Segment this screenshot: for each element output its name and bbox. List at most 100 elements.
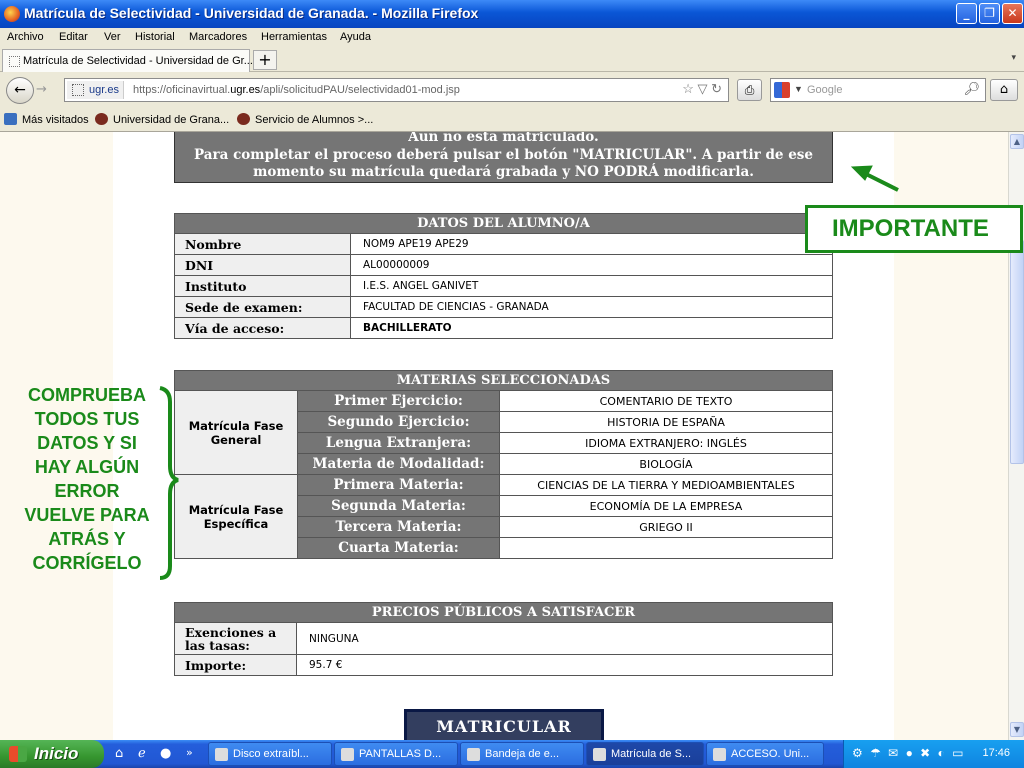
taskbar-item-acceso[interactable]: ACCESO. Uni... [706,742,824,766]
annotation-line: COMPRUEBA [27,385,146,405]
forward-button[interactable]: → [36,82,47,97]
bookmark-mas-visitados[interactable]: Más visitados [4,113,89,126]
subjects-table: MATERIAS SELECCIONADAS Matrícula Fase Ge… [174,370,833,559]
menu-editar[interactable]: Editar [59,31,88,43]
reload-icon[interactable]: ↻ [711,81,722,96]
taskbar-item-bandeja[interactable]: Bandeja de e... [460,742,584,766]
subject-label: Materia de Modalidad: [297,453,500,475]
bookmark-folder-icon [4,113,17,125]
new-tab-button[interactable]: + [253,50,277,70]
taskbar-item-disco[interactable]: Disco extraíbl... [208,742,332,766]
close-button[interactable]: ✕ [1002,3,1023,24]
window-title: Matrícula de Selectividad - Universidad … [24,5,479,21]
taskbar-item-pantallas[interactable]: PANTALLAS D... [334,742,458,766]
taskbar-item-label: Bandeja de e... [485,748,560,760]
subject-label: Tercera Materia: [297,516,500,538]
annotation-line: ERROR [54,481,120,501]
search-icon[interactable]: 🔎︎ [963,81,980,97]
firefox-icon [593,748,606,761]
url-text[interactable]: https://oficinavirtual.ugr.es/apli/solic… [133,84,460,96]
powerpoint-icon [341,748,354,761]
annotation-line: CORRÍGELO [32,553,142,573]
menu-ver[interactable]: Ver [104,31,121,43]
table-row: DNI AL00000009 [174,254,833,276]
windows-taskbar: Inicio ⌂ ℯ ● » Disco extraíbl... PANTALL… [0,740,1024,768]
subject-label: Lengua Extranjera: [297,432,500,454]
print-button[interactable]: ⎙ [737,79,762,101]
history-dropdown-icon[interactable]: ▽ [697,81,707,96]
restore-button[interactable]: ❐ [979,3,1000,24]
student-label: DNI [174,254,351,276]
subject-label: Primer Ejercicio: [297,390,500,412]
url-bar[interactable]: ugr.es https://oficinavirtual.ugr.es/apl… [64,78,729,102]
back-button[interactable]: ← [6,77,34,104]
site-identity-button[interactable]: ugr.es [67,81,124,99]
tray-icons[interactable]: ⚙ ☂ ✉ ● ✖ ◐ ▭ [852,746,965,760]
quick-launch-explorer-icon[interactable]: ⌂ [115,746,123,761]
matricular-button[interactable]: MATRICULAR [404,709,604,740]
home-button[interactable]: ⌂ [990,79,1018,101]
student-data-heading: DATOS DEL ALUMNO/A [174,213,833,234]
bookmark-universidad[interactable]: Universidad de Grana... [95,113,229,126]
subject-label: Segunda Materia: [297,495,500,517]
bookmark-star-icon[interactable]: ☆ [682,81,694,96]
clock: 17:46 [982,747,1010,759]
search-box[interactable]: ▼ Google 🔎︎ [770,78,986,102]
menu-herramientas[interactable]: Herramientas [261,31,327,43]
quick-launch-firefox-icon[interactable]: ● [160,746,171,761]
subject-value [499,537,833,559]
taskbar-item-matricula[interactable]: Matrícula de S... [586,742,704,766]
tab-matricula[interactable]: Matrícula de Selectividad - Universidad … [2,49,253,72]
annotation-line: HAY ALGÚN [34,457,140,477]
taskbar-item-label: PANTALLAS D... [359,748,442,760]
student-value: AL00000009 [350,254,833,276]
student-value: BACHILLERATO [350,317,833,339]
menu-marcadores[interactable]: Marcadores [189,31,247,43]
url-path: /apli/solicitudPAU/selectividad01-mod.js… [260,84,460,96]
tab-list-icon[interactable]: ▾ [1011,53,1016,63]
quick-launch-more-icon[interactable]: » [186,746,193,759]
student-data-table: DATOS DEL ALUMNO/A Nombre NOM9 APE19 APE2… [174,213,833,339]
student-value: FACULTAD DE CIENCIAS - GRANADA [350,296,833,318]
prices-heading: PRECIOS PÚBLICOS A SATISFACER [174,602,833,623]
subject-value: ECONOMÍA DE LA EMPRESA [499,495,833,517]
table-row: Matrícula Fase Específica Primera Materi… [174,474,833,559]
menu-bar: Archivo Editar Ver Historial Marcadores … [0,28,1024,47]
enrollment-notice: Aún no está matriculado. Para completar … [174,132,833,183]
taskbar-item-label: ACCESO. Uni... [731,748,810,760]
annotation-line: VUELVE PARA [24,505,150,525]
access-icon [713,748,726,761]
menu-historial[interactable]: Historial [135,31,175,43]
subject-label: Segundo Ejercicio: [297,411,500,433]
notice-line-3: momento su matrícula quedará grabada y N… [253,164,754,180]
subject-label: Primera Materia: [297,474,500,496]
firefox-icon [4,6,20,22]
title-bar: Matrícula de Selectividad - Universidad … [0,0,1024,28]
menu-archivo[interactable]: Archivo [7,31,44,43]
notice-line-2: Para completar el proceso deberá pulsar … [193,146,813,163]
firefox-window: Matrícula de Selectividad - Universidad … [0,0,1024,768]
url-prefix: https://oficinavirtual. [133,84,231,96]
windows-flag-icon [9,746,27,762]
bookmark-label: Universidad de Grana... [113,114,230,126]
annotation-line: TODOS TUS [34,409,140,429]
tab-strip: Matrícula de Selectividad - Universidad … [0,47,1024,72]
site-identity-icon [72,84,84,96]
scroll-thumb[interactable] [1010,240,1024,464]
bookmark-servicio-alumnos[interactable]: Servicio de Alumnos >... [237,113,373,126]
scroll-up-arrow-icon[interactable]: ▲ [1010,134,1024,149]
minimize-button[interactable]: _ [956,3,977,24]
drive-icon [215,748,228,761]
scroll-down-arrow-icon[interactable]: ▼ [1010,722,1024,737]
phase-general-label: Matrícula Fase General [174,390,298,475]
subject-value: HISTORIA DE ESPAÑA [499,411,833,433]
engine-dropdown-icon[interactable]: ▼ [794,84,803,94]
google-engine-icon[interactable] [774,82,790,98]
table-row: Instituto I.E.S. ANGEL GANIVET [174,275,833,297]
page-favicon-icon [9,56,20,67]
price-value: 95.7 € [296,654,833,676]
quick-launch-ie-icon[interactable]: ℯ [138,746,146,761]
student-value: I.E.S. ANGEL GANIVET [350,275,833,297]
start-button[interactable]: Inicio [0,740,104,768]
menu-ayuda[interactable]: Ayuda [340,31,371,43]
